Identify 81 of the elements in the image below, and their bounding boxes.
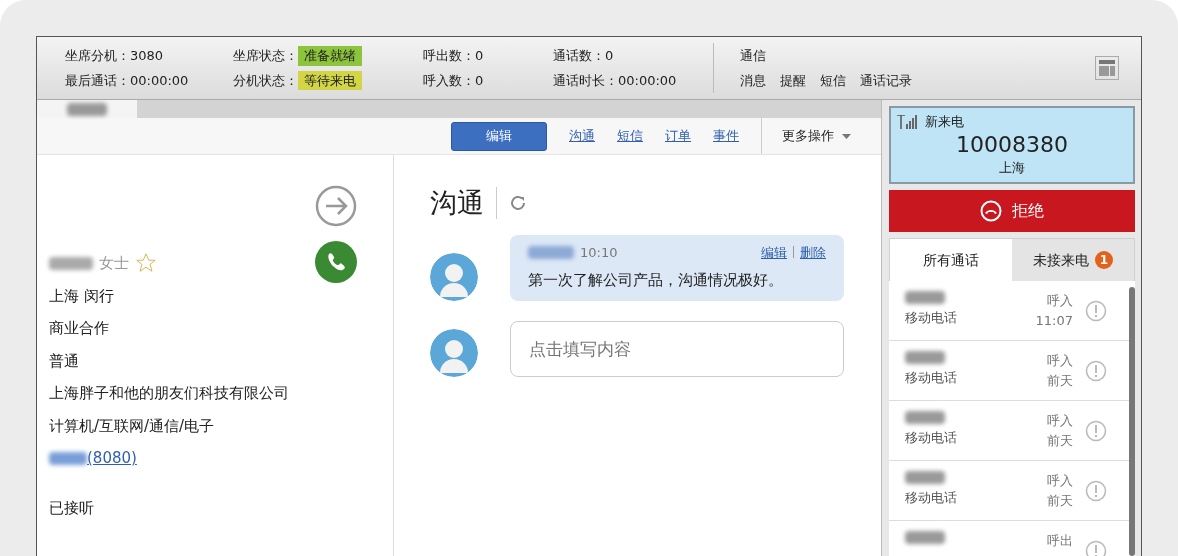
call-time: 前天 [1047, 372, 1073, 390]
call-type: 移动电话 [905, 429, 957, 447]
status-badge: 准备就绪 [298, 46, 362, 66]
note-action-link[interactable]: 编辑 [761, 243, 787, 263]
info-icon[interactable] [1085, 360, 1107, 382]
call-direction: 呼入 [1047, 352, 1073, 370]
status-badge: 等待来电 [298, 70, 362, 90]
toolbar-link[interactable]: 短信 [617, 126, 643, 146]
caller-location: 上海 [998, 158, 1026, 177]
call-direction: 呼入 [1047, 472, 1073, 490]
stat-text: 最后通话：00:00:00 [65, 71, 190, 90]
scrollbar[interactable] [1129, 287, 1135, 556]
info-icon[interactable] [1085, 480, 1107, 502]
redacted-name [905, 411, 945, 424]
nav-link-text[interactable]: 消息 [740, 70, 766, 90]
redacted-name [905, 471, 945, 484]
note-action-link[interactable]: 删除 [800, 243, 826, 263]
call-type: 移动电话 [905, 369, 957, 387]
call-type: 移动电话 [905, 309, 957, 327]
refresh-icon[interactable] [509, 194, 527, 212]
customer-field: 商业合作 [49, 312, 381, 345]
avatar [430, 329, 478, 377]
redacted-name [528, 246, 574, 260]
avatar [430, 253, 478, 301]
owner-link[interactable]: (8080) [87, 442, 137, 475]
nav-link-text[interactable]: 提醒 [780, 70, 806, 90]
redacted-name [905, 291, 945, 304]
info-icon[interactable] [1085, 420, 1107, 442]
call-tab[interactable]: 所有通话 [890, 239, 1012, 281]
layout-icon[interactable] [1095, 56, 1119, 80]
section-heading: 沟通 [430, 187, 497, 219]
call-time: 前天 [1047, 432, 1073, 450]
toolbar-link[interactable]: 订单 [665, 126, 691, 146]
call-time: 前天 [1047, 492, 1073, 510]
info-icon[interactable] [1085, 540, 1107, 556]
stat-text: 呼入数：0 [423, 71, 485, 90]
redacted-name [49, 451, 87, 465]
status-label: 分机状态： [233, 71, 298, 90]
nav-link-text[interactable]: 通话记录 [860, 70, 912, 90]
call-type: 移动电话 [905, 489, 957, 507]
customer-field: 计算机/互联网/通信/电子 [49, 409, 381, 442]
incoming-label: 新来电 [925, 113, 964, 131]
hang-up-icon [980, 200, 1002, 222]
star-icon[interactable] [135, 252, 157, 275]
caret-icon [842, 133, 851, 139]
more-actions-dropdown[interactable]: 更多操作 [761, 118, 851, 154]
signal-icon [897, 114, 919, 129]
stat-text: 坐席分机：3080 [65, 47, 165, 65]
toolbar-link[interactable]: 事件 [713, 126, 739, 146]
customer-field: 上海胖子和他的朋友们科技有限公司 [49, 377, 381, 410]
phone-icon[interactable] [315, 241, 357, 283]
arrow-circle-icon[interactable] [315, 185, 357, 227]
count-badge: 1 [1095, 251, 1113, 269]
note-text: 第一次了解公司产品，沟通情况极好。 [528, 269, 784, 291]
call-direction: 呼出 [1047, 532, 1073, 550]
call-time: 11:07 [1035, 312, 1073, 330]
redacted-name [905, 351, 945, 364]
call-direction: 呼入 [1046, 292, 1073, 310]
status-label: 坐席状态： [233, 47, 298, 65]
redacted-name [905, 531, 945, 544]
caller-number: 10008380 [955, 131, 1069, 158]
reject-button[interactable]: 拒绝 [889, 190, 1135, 232]
call-direction: 呼入 [1047, 412, 1073, 430]
divider [793, 246, 794, 258]
customer-field: 上海 闵行 [49, 279, 381, 312]
edit-button[interactable]: 编辑 [451, 121, 547, 151]
section-title: 通信 [740, 47, 767, 65]
info-icon[interactable] [1085, 300, 1107, 322]
note-time: 10:10 [580, 244, 618, 262]
redacted-name [49, 256, 93, 270]
call-tab[interactable]: 未接来电 1 [1012, 239, 1134, 281]
customer-field: 普通 [49, 344, 381, 377]
stat-text: 通话时长：00:00:00 [553, 71, 678, 90]
toolbar-link[interactable]: 沟通 [569, 126, 595, 146]
call-status: 已接听 [49, 497, 95, 519]
note-input-field[interactable]: 点击填写内容 [510, 321, 844, 377]
customer-title: 女士 [99, 253, 129, 274]
nav-link-text[interactable]: 短信 [820, 70, 846, 90]
tab[interactable] [37, 100, 137, 118]
stat-text: 通话数：0 [553, 47, 615, 65]
stat-text: 呼出数：0 [423, 47, 485, 65]
